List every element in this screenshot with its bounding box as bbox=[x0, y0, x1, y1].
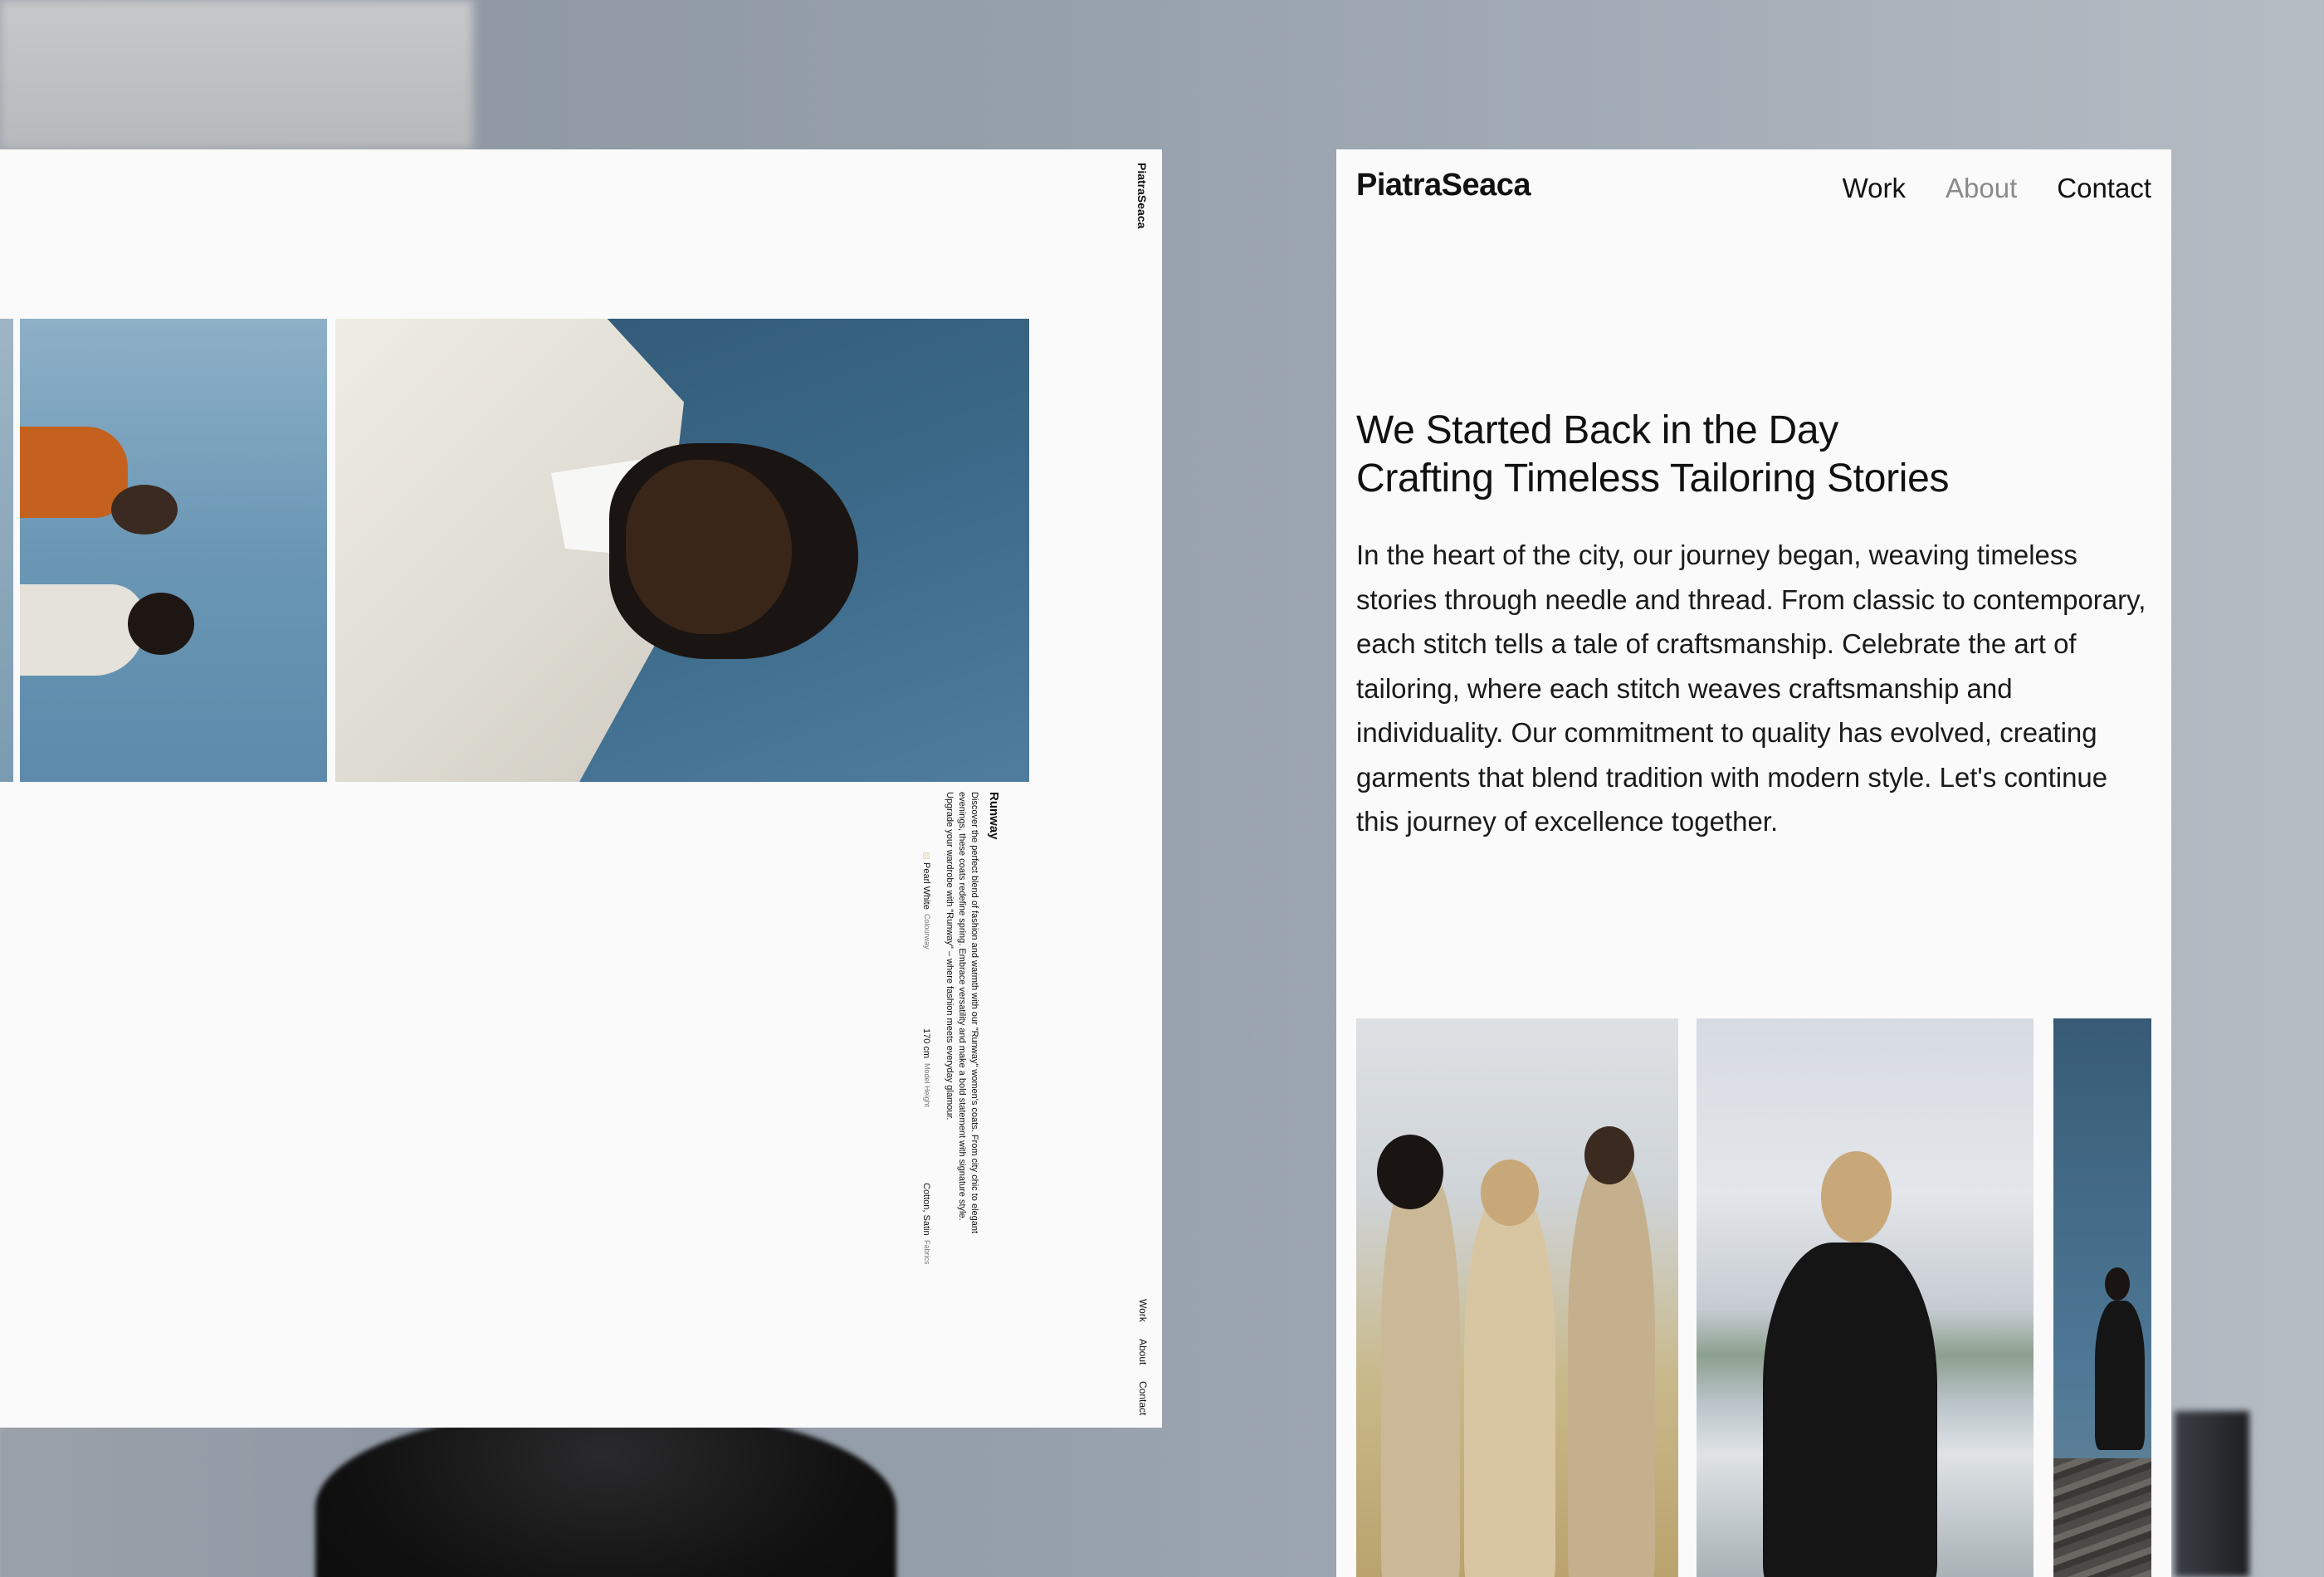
product-info: Runway Discover the perfect blend of fas… bbox=[921, 792, 1001, 1265]
spec-fabrics: Fabrics Cotton, Satin bbox=[921, 1182, 931, 1265]
product-photo-partial bbox=[0, 319, 13, 782]
gallery-image-field[interactable] bbox=[1356, 1018, 1678, 1577]
colour-swatch[interactable] bbox=[923, 852, 930, 859]
vertical-nav: Work About Contact bbox=[1137, 1299, 1149, 1416]
main-nav: Work About Contact bbox=[1843, 173, 2151, 204]
nav-work[interactable]: Work bbox=[1137, 1299, 1149, 1322]
nav-about[interactable]: About bbox=[1137, 1339, 1149, 1365]
product-description: Discover the perfect blend of fashion an… bbox=[945, 792, 979, 1234]
product-photo-secondary[interactable] bbox=[20, 319, 327, 782]
logo[interactable]: PiatraSeaca bbox=[1356, 168, 1531, 203]
nav-work[interactable]: Work bbox=[1843, 173, 1906, 204]
page-title: We Started Back in the Day Crafting Time… bbox=[1356, 408, 1950, 500]
product-photo-main[interactable] bbox=[335, 319, 1029, 782]
spec-colourway: Colourway Pearl White bbox=[921, 792, 931, 950]
about-page-mockup: PiatraSeaca Work About Contact We Starte… bbox=[1336, 149, 2171, 1577]
spec-model-height: Model Height 170 cm bbox=[921, 1028, 931, 1107]
about-body-text: In the heart of the city, our journey be… bbox=[1356, 540, 2146, 837]
nav-contact[interactable]: Contact bbox=[1137, 1381, 1149, 1415]
product-specs: Fabrics Cotton, Satin Model Height 170 c… bbox=[921, 792, 931, 1265]
product-title: Runway bbox=[987, 792, 1001, 840]
nav-about[interactable]: About bbox=[1946, 173, 2017, 204]
gallery-image-rocks[interactable] bbox=[2053, 1018, 2151, 1577]
background-figure-photo bbox=[315, 1411, 896, 1577]
nav-contact[interactable]: Contact bbox=[2057, 173, 2151, 204]
gallery-image-lake[interactable] bbox=[1697, 1018, 2034, 1577]
logo[interactable]: PiatraSeaca bbox=[1135, 163, 1149, 228]
background-blur-top-left bbox=[0, 0, 473, 149]
background-figure-right bbox=[2175, 1411, 2249, 1577]
product-page-mockup: PiatraSeaca Runway Discover the perfect … bbox=[0, 149, 1162, 1428]
